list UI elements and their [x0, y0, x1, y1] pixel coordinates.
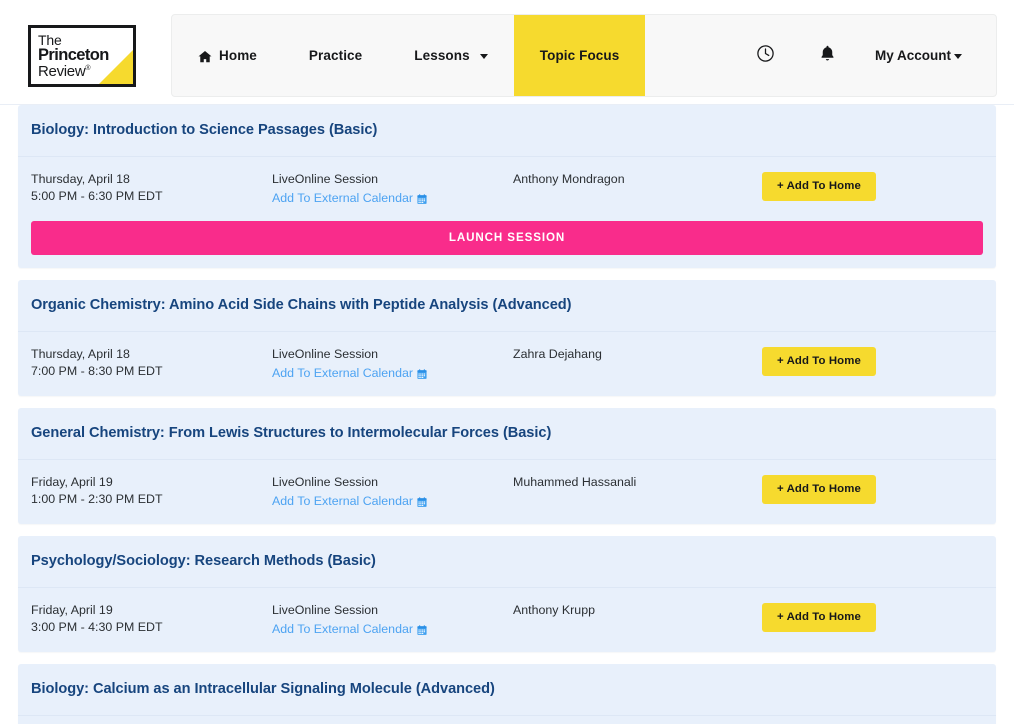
chevron-down-icon: [480, 54, 488, 59]
calendar-icon: [417, 497, 427, 508]
session-card-header: Organic Chemistry: Amino Acid Side Chain…: [18, 280, 996, 332]
session-date: Thursday, April 18: [31, 172, 272, 187]
session-mode-group: LiveOnline Session Add To External Calen…: [272, 603, 513, 639]
session-card-body: Friday, April 19 5:00 PM - 6:30 PM EDT L…: [18, 716, 996, 724]
calendar-icon: [417, 369, 427, 380]
session-time: 3:00 PM - 4:30 PM EDT: [31, 620, 272, 635]
nav-item-topic-focus-label: Topic Focus: [540, 48, 620, 63]
session-card-header: Biology: Calcium as an Intracellular Sig…: [18, 664, 996, 716]
nav-item-topic-focus[interactable]: Topic Focus: [514, 15, 646, 96]
session-time: 7:00 PM - 8:30 PM EDT: [31, 364, 272, 379]
nav-items-group: Home Practice Lessons Topic Focus: [172, 15, 645, 96]
my-account-label: My Account: [875, 48, 951, 63]
session-card: Biology: Calcium as an Intracellular Sig…: [18, 664, 996, 724]
session-card: Biology: Introduction to Science Passage…: [18, 105, 996, 268]
session-schedule: Friday, April 19 3:00 PM - 4:30 PM EDT: [31, 603, 272, 635]
session-card: Psychology/Sociology: Research Methods (…: [18, 536, 996, 652]
session-instructor-group: Muhammed Hassanali: [513, 475, 754, 493]
session-time: 1:00 PM - 2:30 PM EDT: [31, 492, 272, 507]
nav-spacer: [645, 15, 735, 96]
session-mode: LiveOnline Session: [272, 603, 513, 618]
page-header: The Princeton Review® Home Practice Less…: [0, 0, 1014, 104]
session-instructor-group: Anthony Mondragon: [513, 172, 754, 190]
logo-box: The Princeton Review®: [28, 25, 136, 87]
session-mode-group: LiveOnline Session Add To External Calen…: [272, 347, 513, 383]
session-schedule: Thursday, April 18 7:00 PM - 8:30 PM EDT: [31, 347, 272, 379]
logo-line-princeton: Princeton: [38, 47, 109, 64]
nav-item-home-label: Home: [219, 48, 257, 63]
nav-item-practice[interactable]: Practice: [283, 15, 388, 96]
add-to-home-button[interactable]: + Add To Home: [762, 475, 876, 504]
logo-line-the: The: [38, 33, 109, 47]
session-instructor: Muhammed Hassanali: [513, 475, 754, 490]
add-to-home-button[interactable]: + Add To Home: [762, 172, 876, 201]
session-instructor-group: Anthony Krupp: [513, 603, 754, 621]
nav-item-lessons-label: Lessons: [414, 48, 469, 63]
chevron-down-icon: [954, 54, 962, 59]
session-title: Organic Chemistry: Amino Acid Side Chain…: [31, 297, 978, 315]
session-mode-group: LiveOnline Session Add To External Calen…: [272, 475, 513, 511]
session-card-body: Friday, April 19 1:00 PM - 2:30 PM EDT L…: [18, 460, 996, 525]
session-mode-group: LiveOnline Session Add To External Calen…: [272, 172, 513, 208]
session-date: Thursday, April 18: [31, 347, 272, 362]
home-icon: [198, 50, 212, 64]
session-actions: + Add To Home: [754, 172, 983, 201]
launch-session-wrapper: LAUNCH SESSION: [18, 221, 996, 268]
session-instructor: Zahra Dejahang: [513, 347, 754, 362]
session-card-body: Thursday, April 18 5:00 PM - 6:30 PM EDT…: [18, 157, 996, 222]
add-to-external-calendar-label: Add To External Calendar: [272, 622, 413, 637]
session-title: Biology: Introduction to Science Passage…: [31, 122, 978, 140]
session-actions: + Add To Home: [754, 475, 983, 504]
session-title: Biology: Calcium as an Intracellular Sig…: [31, 681, 978, 699]
session-instructor: Anthony Mondragon: [513, 172, 754, 187]
session-mode: LiveOnline Session: [272, 475, 513, 490]
nav-utility-group: My Account: [735, 15, 996, 96]
history-button[interactable]: [735, 14, 797, 97]
clock-icon: [756, 44, 775, 68]
nav-item-lessons[interactable]: Lessons: [388, 15, 513, 96]
calendar-icon: [417, 625, 427, 636]
session-instructor: Anthony Krupp: [513, 603, 754, 618]
add-to-external-calendar-link[interactable]: Add To External Calendar: [272, 191, 427, 206]
session-title: Psychology/Sociology: Research Methods (…: [31, 553, 978, 571]
session-card: General Chemistry: From Lewis Structures…: [18, 408, 996, 524]
session-date: Friday, April 19: [31, 475, 272, 490]
session-mode: LiveOnline Session: [272, 172, 513, 187]
session-actions: + Add To Home: [754, 347, 983, 376]
brand-logo[interactable]: The Princeton Review®: [28, 25, 136, 87]
nav-item-practice-label: Practice: [309, 48, 362, 63]
session-schedule: Friday, April 19 1:00 PM - 2:30 PM EDT: [31, 475, 272, 507]
my-account-menu[interactable]: My Account: [859, 14, 988, 97]
add-to-external-calendar-label: Add To External Calendar: [272, 494, 413, 509]
session-mode: LiveOnline Session: [272, 347, 513, 362]
launch-session-button[interactable]: LAUNCH SESSION: [31, 221, 983, 255]
nav-item-home[interactable]: Home: [172, 15, 283, 96]
session-instructor-group: Zahra Dejahang: [513, 347, 754, 365]
bell-icon: [818, 44, 837, 68]
session-date: Friday, April 19: [31, 603, 272, 618]
add-to-external-calendar-label: Add To External Calendar: [272, 366, 413, 381]
session-card-body: Friday, April 19 3:00 PM - 4:30 PM EDT L…: [18, 588, 996, 653]
add-to-home-button[interactable]: + Add To Home: [762, 603, 876, 632]
session-title: General Chemistry: From Lewis Structures…: [31, 425, 978, 443]
session-time: 5:00 PM - 6:30 PM EDT: [31, 189, 272, 204]
session-card-header: General Chemistry: From Lewis Structures…: [18, 408, 996, 460]
add-to-external-calendar-label: Add To External Calendar: [272, 191, 413, 206]
add-to-external-calendar-link[interactable]: Add To External Calendar: [272, 494, 427, 509]
main-navigation: Home Practice Lessons Topic Focus: [171, 14, 997, 97]
session-actions: + Add To Home: [754, 603, 983, 632]
notifications-button[interactable]: [797, 14, 859, 97]
session-schedule: Thursday, April 18 5:00 PM - 6:30 PM EDT: [31, 172, 272, 204]
session-card-header: Biology: Introduction to Science Passage…: [18, 105, 996, 157]
calendar-icon: [417, 194, 427, 205]
logo-line-review: Review®: [38, 64, 109, 79]
session-card-body: Thursday, April 18 7:00 PM - 8:30 PM EDT…: [18, 332, 996, 397]
session-card-header: Psychology/Sociology: Research Methods (…: [18, 536, 996, 588]
logo-wordmark: The Princeton Review®: [38, 33, 109, 79]
add-to-external-calendar-link[interactable]: Add To External Calendar: [272, 366, 427, 381]
session-card: Organic Chemistry: Amino Acid Side Chain…: [18, 280, 996, 396]
add-to-external-calendar-link[interactable]: Add To External Calendar: [272, 622, 427, 637]
session-list: Biology: Introduction to Science Passage…: [0, 105, 1014, 724]
add-to-home-button[interactable]: + Add To Home: [762, 347, 876, 376]
